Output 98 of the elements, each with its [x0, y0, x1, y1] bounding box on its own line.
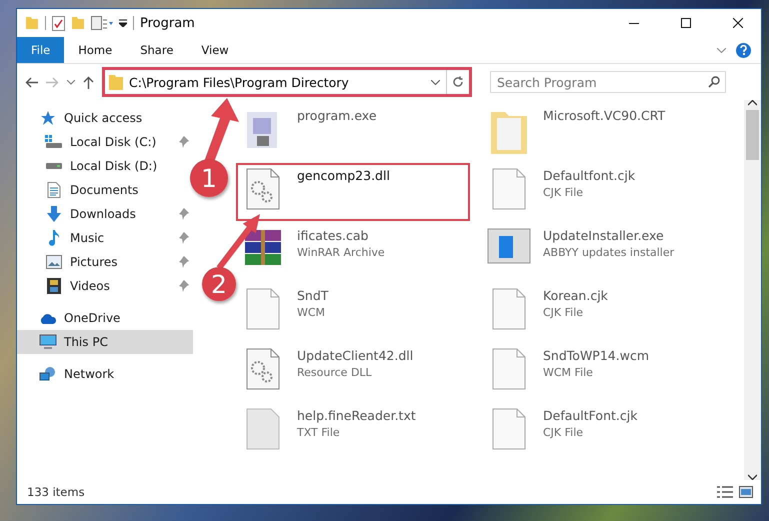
search-icon [708, 76, 720, 88]
refresh-icon [452, 76, 464, 88]
file-name: ificates.cab [297, 228, 370, 243]
file-item[interactable]: DefaultFont.cjk CJK File [483, 404, 715, 460]
file-item[interactable]: Microsoft.VC90.CRT [483, 104, 715, 160]
scrollbar-thumb[interactable] [746, 110, 759, 160]
ribbon-tab[interactable]: Share [126, 37, 188, 63]
cloud-icon [39, 312, 57, 324]
file-name: help.fineReader.txt [297, 408, 416, 423]
close-icon [733, 18, 743, 28]
item-count: 133 items [27, 485, 85, 499]
details-view-icon[interactable] [717, 486, 733, 498]
music-note-icon [48, 230, 60, 246]
file-item[interactable]: ificates.cab WinRAR Archive [237, 224, 469, 280]
nav-item[interactable]: Quick access [17, 106, 193, 130]
up-arrow-icon[interactable] [83, 76, 94, 88]
blank-file-icon [246, 288, 280, 330]
maximize-icon [681, 18, 691, 28]
file-item[interactable]: UpdateClient42.dll Resource DLL [237, 344, 469, 400]
ribbon-tab[interactable]: Home [64, 37, 126, 63]
scroll-down-icon[interactable] [748, 474, 757, 480]
file-name: program.exe [297, 108, 377, 123]
scroll-up-icon[interactable] [748, 100, 757, 106]
back-arrow-icon[interactable] [25, 76, 38, 88]
recent-dropdown-icon[interactable] [67, 80, 75, 84]
file-item[interactable]: Defaultfont.cjk CJK File [483, 164, 715, 220]
file-name: SndToWP14.wcm [543, 348, 649, 363]
file-name: Defaultfont.cjk [543, 168, 636, 183]
file-item[interactable]: help.fineReader.txt TXT File [237, 404, 469, 460]
archive-books-icon [243, 228, 283, 268]
file-menu-button[interactable]: File [17, 37, 64, 63]
file-item[interactable]: SndT WCM [237, 284, 469, 340]
file-name: SndT [297, 288, 328, 303]
star-icon [40, 110, 56, 126]
folder-icon [25, 16, 39, 30]
file-name: UpdateInstaller.exe [543, 228, 665, 243]
nav-item[interactable]: This PC [17, 330, 193, 354]
nav-item[interactable]: Documents [17, 178, 193, 202]
nav-item[interactable]: Local Disk (C:) [17, 130, 193, 154]
blank-file-icon [492, 288, 526, 330]
file-name: DefaultFont.cjk [543, 408, 638, 423]
folder-icon [71, 16, 85, 30]
file-type: TXT File [297, 426, 341, 439]
nav-item[interactable]: Local Disk (D:) [17, 154, 193, 178]
file-item[interactable]: gencomp23.dll [237, 164, 469, 220]
text-file-icon [246, 408, 280, 450]
file-item[interactable]: UpdateInstaller.exe ABBYY updates installer [483, 224, 715, 280]
properties-icon [91, 16, 113, 30]
step-badge: 1 [190, 159, 228, 197]
file-type: Resource DLL [297, 366, 373, 379]
file-type: WinRAR Archive [297, 246, 385, 259]
search-field[interactable]: Search Program [490, 71, 726, 93]
file-name: Korean.cjk [543, 288, 608, 303]
gear-file-icon [246, 168, 280, 210]
file-type: CJK File [543, 426, 584, 439]
file-name: UpdateClient42.dll [297, 348, 414, 363]
blank-file-icon [492, 168, 526, 210]
help-icon[interactable] [736, 42, 751, 58]
file-type: ABBYY updates installer [543, 246, 674, 259]
address-bar[interactable]: C:\Program Files\Program Directory [102, 67, 472, 97]
document-icon [47, 182, 61, 198]
drive-icon [45, 135, 63, 149]
file-item[interactable]: SndToWP14.wcm WCM File [483, 344, 715, 400]
expand-ribbon-icon[interactable] [717, 48, 726, 52]
nav-item[interactable]: OneDrive [17, 306, 193, 330]
file-type: CJK File [543, 186, 584, 199]
ribbon-tab[interactable]: View [187, 37, 243, 63]
film-icon [47, 278, 61, 294]
file-name: Microsoft.VC90.CRT [543, 108, 666, 123]
file-type: CJK File [543, 306, 584, 319]
step-badge: 2 [202, 267, 236, 301]
window-title: Program [140, 16, 195, 30]
blank-file-icon [492, 408, 526, 450]
nav-item[interactable]: Music [17, 226, 193, 250]
file-type: WCM [297, 306, 326, 319]
checklist-icon [52, 16, 65, 30]
file-item[interactable]: Korean.cjk CJK File [483, 284, 715, 340]
download-arrow-icon [46, 206, 62, 222]
installer-window-icon [487, 228, 531, 264]
folder-icon [109, 74, 123, 90]
file-type: WCM File [543, 366, 594, 379]
picture-icon [46, 255, 62, 269]
monitor-icon [39, 334, 57, 350]
dropdown-caret-icon [119, 19, 127, 27]
scrollbar[interactable] [744, 100, 761, 480]
nav-item[interactable]: Pictures [17, 250, 193, 274]
blank-file-icon [492, 348, 526, 390]
dropdown-chevron-icon[interactable] [431, 80, 440, 84]
file-name: gencomp23.dll [297, 168, 390, 183]
drive-icon [45, 162, 63, 170]
minimize-icon [629, 22, 639, 24]
file-item[interactable]: program.exe [237, 104, 469, 160]
large-icons-view-icon[interactable] [739, 486, 753, 498]
nav-item[interactable]: Downloads [17, 202, 193, 226]
nav-item[interactable]: Videos [17, 274, 193, 298]
network-icon [39, 366, 57, 382]
nav-item[interactable]: Network [17, 362, 193, 386]
gear-file-icon [246, 348, 280, 390]
